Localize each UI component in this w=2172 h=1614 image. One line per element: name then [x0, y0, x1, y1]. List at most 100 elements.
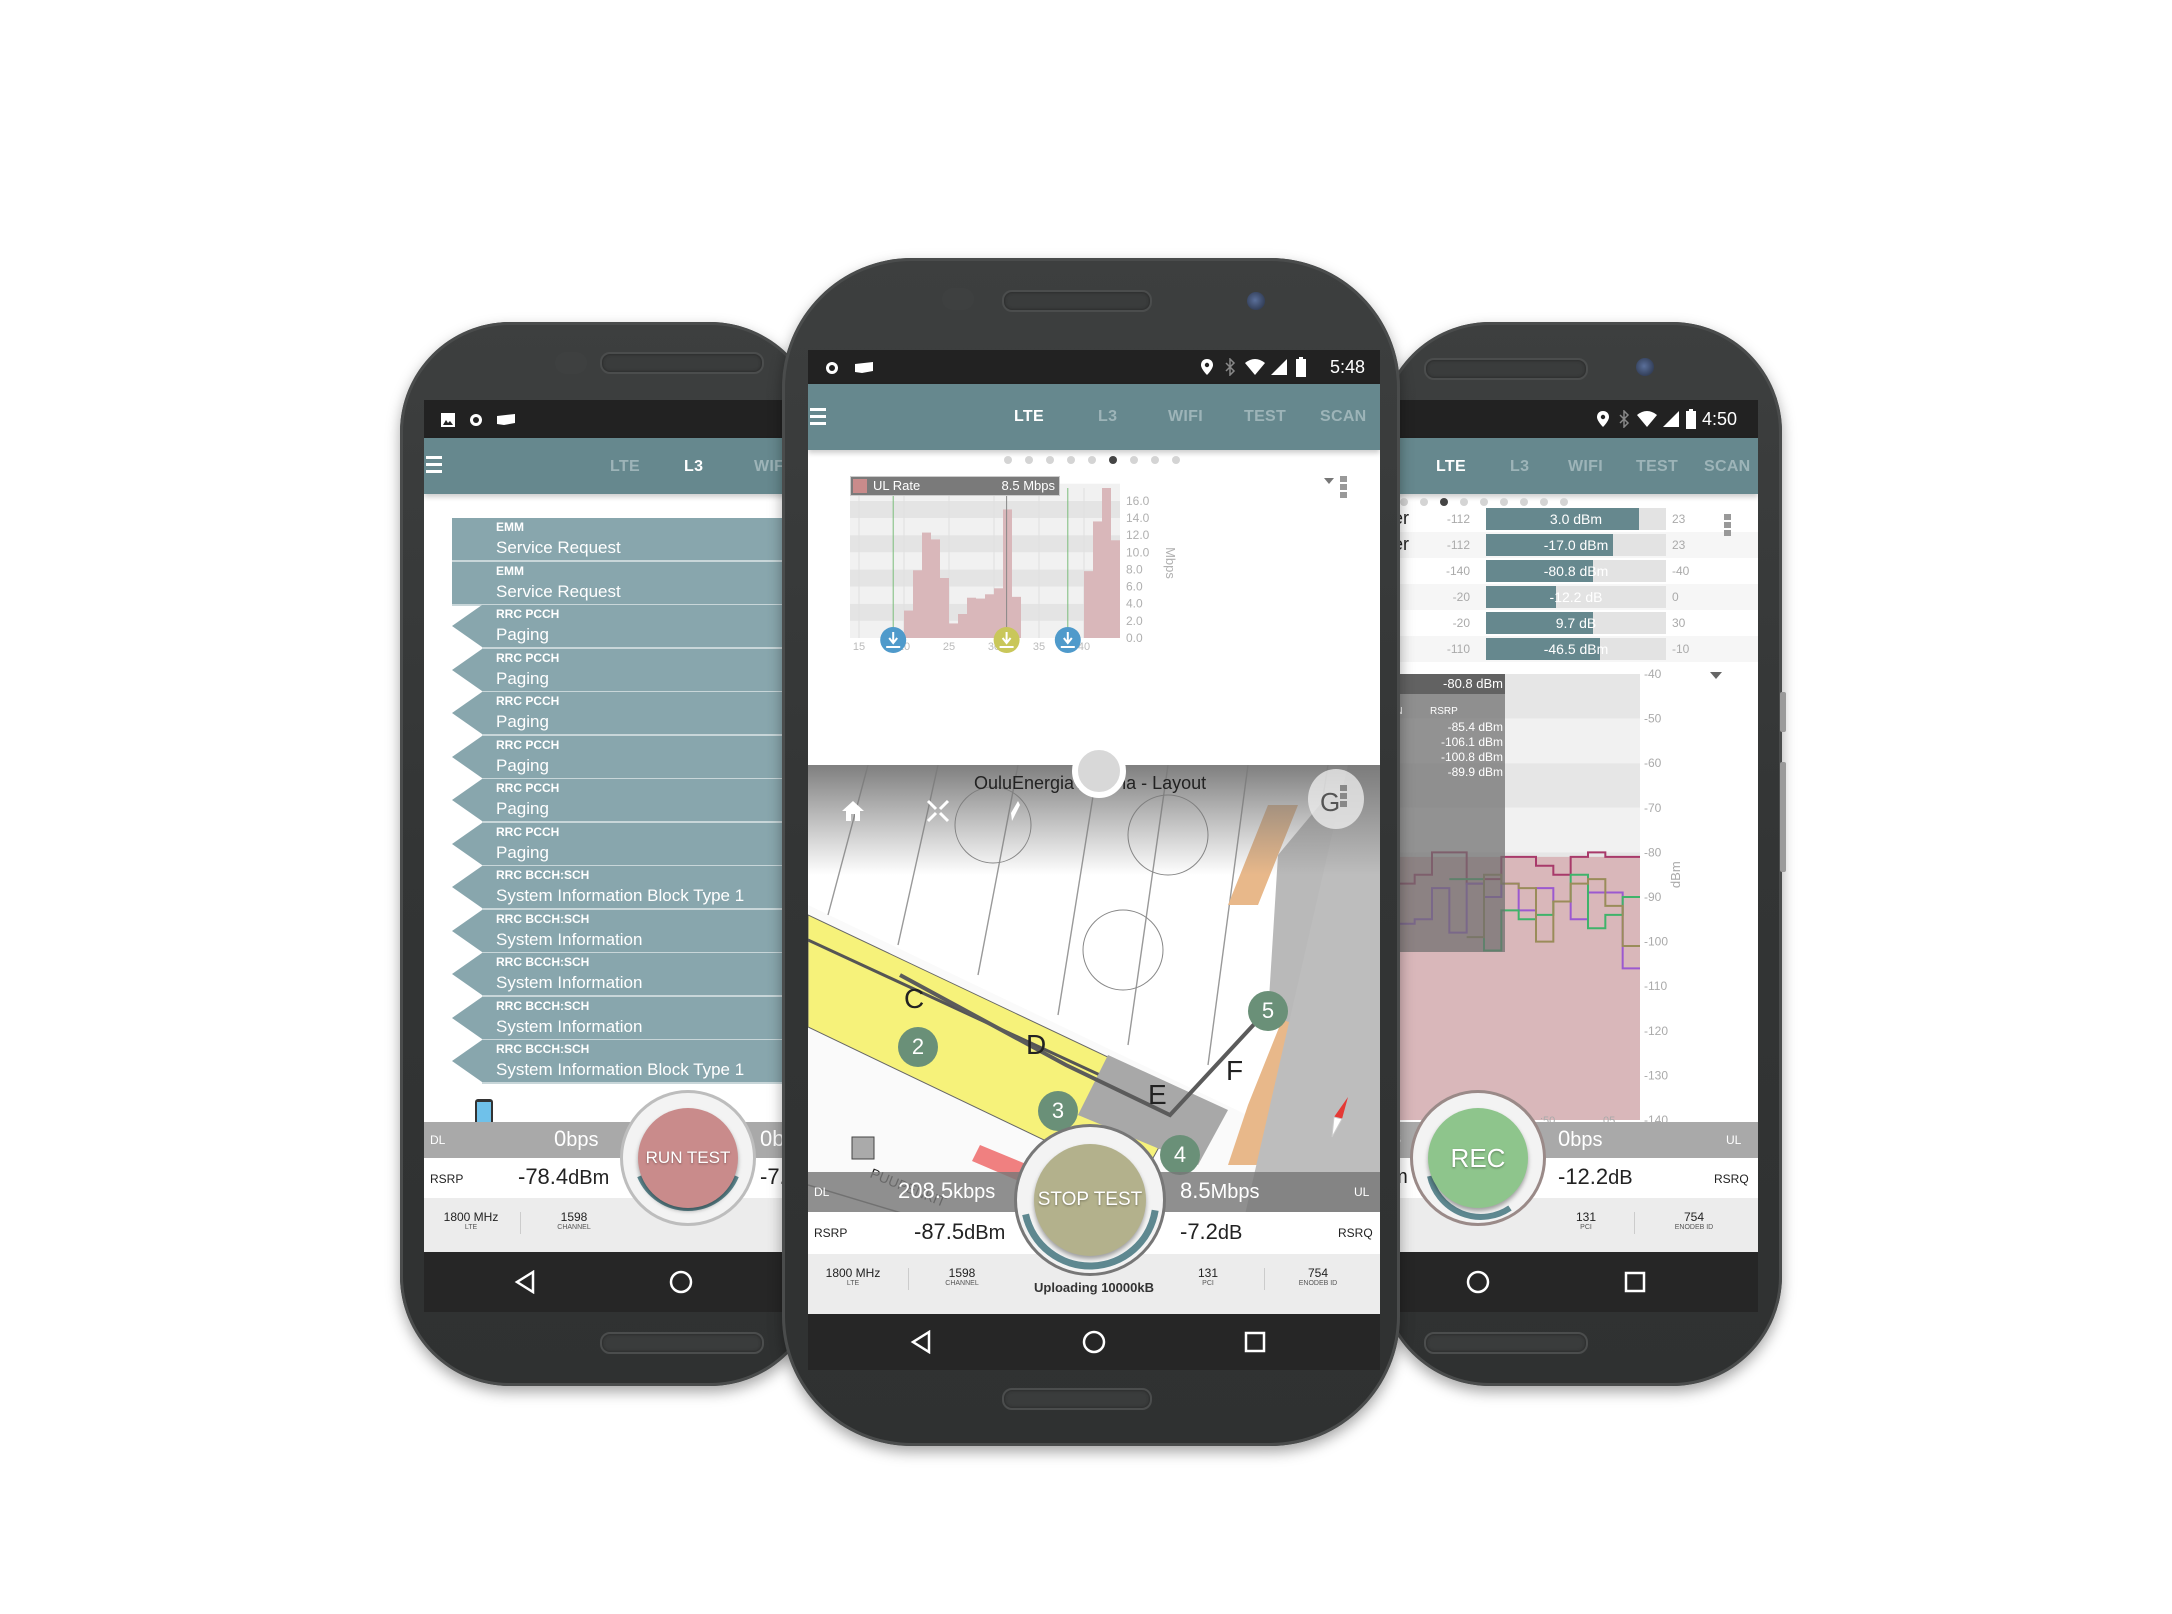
clock: 4:50: [1702, 409, 1738, 429]
meter-track: 9.7 dB: [1486, 612, 1666, 634]
l3-message-item[interactable]: EMM Service Request: [452, 518, 804, 562]
recents-icon[interactable]: [1624, 1271, 1646, 1293]
page-dot[interactable]: [1420, 498, 1428, 506]
back-icon[interactable]: [910, 1330, 932, 1354]
home-icon[interactable]: [840, 799, 866, 823]
menu-icon[interactable]: [810, 408, 826, 429]
download-marker-icon[interactable]: [1054, 627, 1081, 653]
l3-message-list[interactable]: EMM Service Request EMM Service Request RRC …: [424, 518, 804, 1088]
home-circle-icon[interactable]: [669, 1270, 693, 1294]
page-dot[interactable]: [1109, 456, 1117, 464]
page-dot[interactable]: [1151, 456, 1159, 464]
page-dot[interactable]: [1025, 456, 1033, 464]
page-dot[interactable]: [1480, 498, 1488, 506]
meter-track: -80.8 dBm: [1486, 560, 1666, 582]
chart-overflow-menu-icon[interactable]: [1340, 476, 1347, 498]
pci-info: 131 PCI: [1560, 1210, 1612, 1231]
download-marker-icon[interactable]: [880, 627, 907, 653]
page-dot[interactable]: [1046, 456, 1054, 464]
page-dot[interactable]: [1520, 498, 1528, 506]
l3-message-item[interactable]: RRC PCCH Paging: [452, 648, 804, 693]
message-name: Paging: [496, 755, 549, 775]
zone-label-c: C: [904, 983, 925, 1014]
page-dot[interactable]: [1460, 498, 1468, 506]
page-dot[interactable]: [1088, 456, 1096, 464]
l3-message-item[interactable]: RRC PCCH Paging: [452, 605, 804, 649]
l3-message-item[interactable]: RRC BCCH:SCH System Information: [452, 953, 804, 997]
page-dot[interactable]: [1560, 498, 1568, 506]
page-dot[interactable]: [1540, 498, 1548, 506]
menu-icon[interactable]: [426, 456, 442, 477]
page-dot[interactable]: [1004, 456, 1012, 464]
tab-l3[interactable]: L3: [1098, 408, 1117, 426]
message-name: Service Request: [496, 581, 621, 601]
band-value: 1800 MHz: [443, 1210, 499, 1224]
enodeb-label: ENODEB ID: [1674, 1224, 1714, 1231]
compass-icon[interactable]: [1328, 1095, 1352, 1139]
l3-message-item[interactable]: RRC PCCH Paging: [452, 692, 804, 736]
tab-wifi[interactable]: WIFI: [1168, 408, 1203, 426]
projector-icon: [855, 362, 873, 373]
volume-button[interactable]: [1780, 692, 1786, 732]
chart-dropdown-icon[interactable]: [1324, 478, 1334, 485]
page-dot[interactable]: [1130, 456, 1138, 464]
route-point-2[interactable]: 2: [898, 1027, 938, 1067]
stop-test-button[interactable]: STOP TEST: [1034, 1144, 1146, 1256]
tab-test[interactable]: TEST: [1636, 458, 1678, 476]
l3-message-item[interactable]: RRC BCCH:SCH System Information: [452, 996, 804, 1041]
overflow-menu-icon[interactable]: [1724, 514, 1732, 536]
rec-button[interactable]: REC: [1428, 1108, 1528, 1208]
l3-message-item[interactable]: EMM Service Request: [452, 561, 804, 606]
route-point-5[interactable]: 5: [1248, 991, 1288, 1031]
meter-track: -12.2 dB: [1486, 586, 1666, 608]
page-indicator[interactable]: [1004, 456, 1180, 464]
tab-lte[interactable]: LTE: [1014, 408, 1044, 426]
recents-icon[interactable]: [1244, 1331, 1266, 1353]
tab-l3[interactable]: L3: [684, 458, 703, 476]
tab-scan[interactable]: SCAN: [1704, 458, 1751, 476]
l3-message-item[interactable]: RRC PCCH Paging: [452, 779, 804, 823]
google-maps-button[interactable]: G: [1308, 769, 1364, 829]
power-button[interactable]: [1780, 762, 1786, 872]
meter-value: 9.7 dB: [1555, 615, 1597, 631]
ul-rate-bar: [967, 597, 976, 638]
l3-message-item[interactable]: RRC BCCH:SCH System Information Block Typ…: [452, 866, 804, 910]
tab-scan[interactable]: SCAN: [1320, 408, 1367, 426]
l3-message-item[interactable]: RRC PCCH Paging: [452, 822, 804, 867]
enodeb-value: 754: [1307, 1266, 1329, 1280]
download-marker-icon[interactable]: [993, 627, 1020, 653]
map-menu-icon[interactable]: [1340, 785, 1347, 807]
ul-label: UL: [1354, 1185, 1370, 1199]
tab-lte[interactable]: LTE: [610, 458, 640, 476]
page-dot[interactable]: [1400, 498, 1408, 506]
status-bar: 5:48: [808, 350, 1380, 384]
panel-drag-handle[interactable]: [1072, 744, 1126, 798]
back-icon[interactable]: [514, 1270, 536, 1294]
tab-lte[interactable]: LTE: [1436, 458, 1466, 476]
l3-message-item[interactable]: RRC BCCH:SCH System Information: [452, 909, 804, 954]
tab-wifi[interactable]: WIFI: [1568, 458, 1603, 476]
page-dot[interactable]: [1500, 498, 1508, 506]
app-bar: LTE L3 WIFI TEST SCAN: [808, 384, 1380, 450]
proximity-sensor: [942, 288, 974, 310]
message-name: Paging: [496, 799, 549, 818]
tab-test[interactable]: TEST: [1244, 408, 1286, 426]
l3-message-item[interactable]: RRC BCCH:SCH System Information Block Typ…: [452, 1040, 804, 1084]
fit-screen-icon[interactable]: [926, 799, 950, 823]
run-test-button[interactable]: RUN TEST: [638, 1108, 738, 1208]
page-dot[interactable]: [1067, 456, 1075, 464]
route-point-4[interactable]: 4: [1160, 1135, 1200, 1175]
y-tick-label: 14.0: [1126, 511, 1150, 525]
page-indicator[interactable]: [1400, 498, 1568, 506]
wifi-icon: [1637, 411, 1657, 427]
tab-l3[interactable]: L3: [1510, 458, 1529, 476]
rsrp-label: RSRP: [430, 1172, 464, 1186]
grid-band: [850, 535, 1120, 553]
google-label: G: [1320, 787, 1341, 817]
home-circle-icon[interactable]: [1466, 1270, 1490, 1294]
l3-message-item[interactable]: RRC PCCH Paging: [452, 735, 804, 780]
page-dot[interactable]: [1172, 456, 1180, 464]
page-dot[interactable]: [1440, 498, 1448, 506]
edit-pen-icon[interactable]: [1008, 799, 1022, 823]
home-circle-icon[interactable]: [1082, 1330, 1106, 1354]
